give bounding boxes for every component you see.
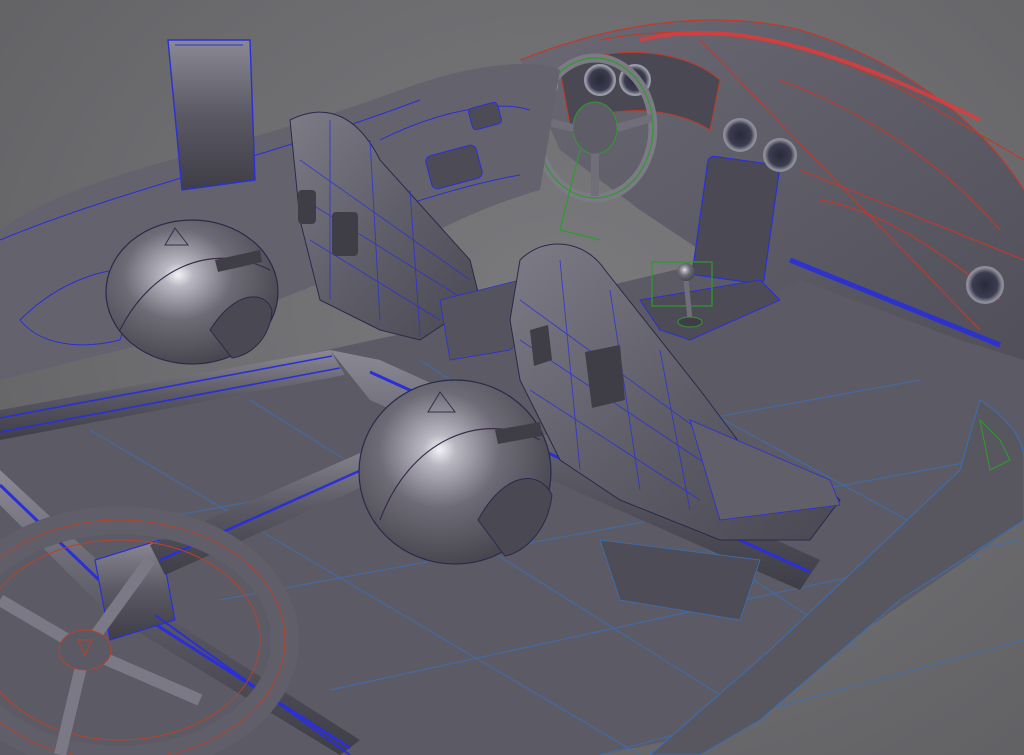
3d-viewport[interactable] <box>0 0 1024 755</box>
helmet-right <box>358 379 553 565</box>
gauge-icon <box>763 138 797 172</box>
car-interior-render <box>0 19 1024 755</box>
gauge-icon <box>966 266 1004 304</box>
helmet-left <box>105 219 279 365</box>
gauge-icon <box>723 118 757 152</box>
